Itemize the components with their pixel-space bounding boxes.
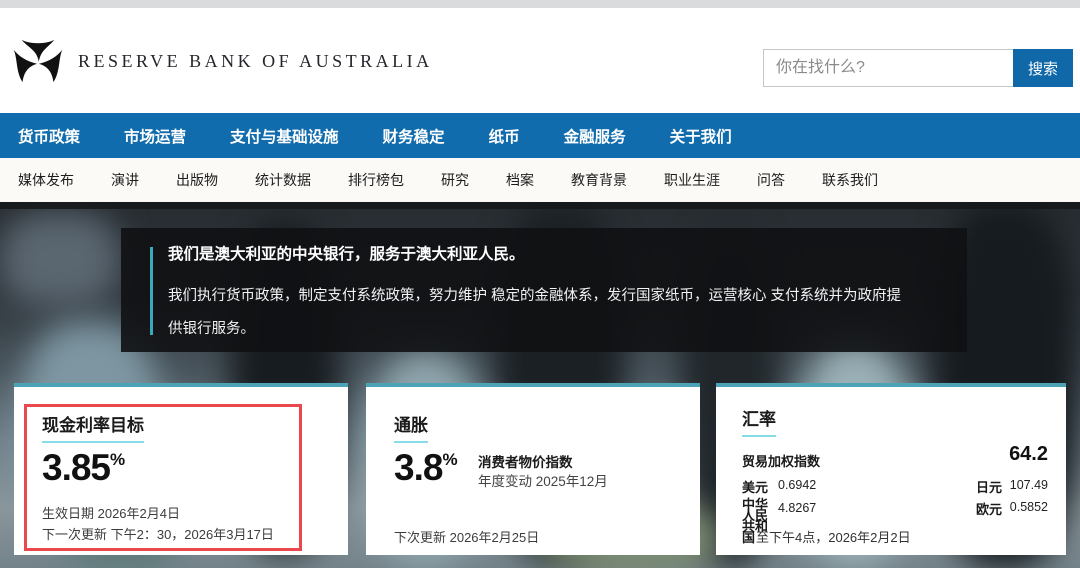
hero-photo-shape — [0, 212, 120, 307]
cash-rate-next-update: 下一次更新 下午2：30，2026年3月17日 — [42, 524, 274, 545]
inflation-measure-block: 消费者物价指数 年度变动 2025年12月 — [478, 453, 608, 491]
bank-wordmark: RESERVE BANK OF AUSTRALIA — [78, 51, 433, 72]
cash-rate-effective-date: 生效日期 2026年2月4日 — [42, 503, 274, 524]
rba-logo-icon — [12, 34, 64, 88]
percent-sign: % — [110, 450, 125, 469]
nav-payments-infrastructure[interactable]: 支付与基础设施 — [230, 125, 339, 147]
nav-financial-stability[interactable]: 财务稳定 — [383, 125, 445, 147]
twi-label: 贸易加权指数 — [742, 451, 820, 470]
rba-homepage: RESERVE BANK OF AUSTRALIA 搜索 货币政策 市场运营 支… — [0, 0, 1080, 568]
search-input[interactable] — [763, 49, 1013, 87]
inflation-measure: 消费者物价指数 — [478, 453, 608, 472]
exchange-rates-title-link[interactable]: 汇率 — [742, 405, 776, 437]
cny-value: 4.8267 — [778, 501, 816, 515]
subnav-media-releases[interactable]: 媒体发布 — [18, 170, 74, 190]
inflation-title-link[interactable]: 通胀 — [394, 411, 428, 443]
cash-rate-notes: 生效日期 2026年2月4日 下一次更新 下午2：30，2026年3月17日 — [42, 503, 274, 545]
jpy-label: 日元 — [976, 477, 1002, 496]
hero-accent-bar — [150, 247, 153, 335]
jpy-value: 107.49 — [1010, 478, 1048, 492]
hero-top-edge — [0, 202, 1080, 209]
cash-rate-title-link[interactable]: 现金利率目标 — [42, 411, 144, 443]
subnav-rankings[interactable]: 排行榜包 — [348, 170, 404, 190]
hero-overlay-panel: 我们是澳大利亚的中央银行，服务于澳大利亚人民。 我们执行货币政策，制定支付系统政… — [121, 228, 967, 352]
usd-value: 0.6942 — [778, 478, 816, 492]
nav-monetary-policy[interactable]: 货币政策 — [18, 125, 80, 147]
hero-heading: 我们是澳大利亚的中央银行，服务于澳大利亚人民。 — [168, 243, 917, 267]
eur-label: 欧元 — [976, 499, 1002, 518]
site-header: RESERVE BANK OF AUSTRALIA 搜索 — [0, 8, 1080, 113]
subnav-contact-us[interactable]: 联系我们 — [822, 170, 878, 190]
subnav-qa[interactable]: 问答 — [757, 170, 785, 190]
twi-value: 64.2 — [1009, 443, 1048, 466]
subnav-education[interactable]: 教育背景 — [571, 170, 627, 190]
cash-rate-value: 3.85% — [42, 449, 125, 486]
search-button[interactable]: 搜索 — [1013, 49, 1073, 87]
rba-home-link[interactable]: RESERVE BANK OF AUSTRALIA — [12, 34, 433, 88]
nav-about-us[interactable]: 关于我们 — [670, 125, 732, 147]
hero-body-text: 我们执行货币政策，制定支付系统政策，努力维护 稳定的金融体系，发行国家纸币，运营… — [168, 280, 915, 346]
subnav-archives[interactable]: 档案 — [506, 170, 534, 190]
subnav-speeches[interactable]: 演讲 — [111, 170, 139, 190]
top-strip — [0, 0, 1080, 8]
hero-section: 我们是澳大利亚的中央银行，服务于澳大利亚人民。 我们执行货币政策，制定支付系统政… — [0, 202, 1080, 568]
exchange-rates-card: 汇率 贸易加权指数 64.2 美元 0.6942 日元 107.49 中华人民共… — [716, 383, 1066, 555]
percent-sign: % — [442, 450, 457, 469]
secondary-nav: 媒体发布 演讲 出版物 统计数据 排行榜包 研究 档案 教育背景 职业生涯 问答… — [0, 158, 1080, 202]
subnav-publications[interactable]: 出版物 — [176, 170, 218, 190]
usd-label: 美元 — [742, 477, 768, 496]
nav-financial-services[interactable]: 金融服务 — [564, 125, 626, 147]
subnav-careers[interactable]: 职业生涯 — [664, 170, 720, 190]
nav-banknotes[interactable]: 纸币 — [489, 125, 520, 147]
exchange-as-at-date: 至下午4点，2026年2月2日 — [756, 527, 911, 546]
inflation-value: 3.8% — [394, 449, 458, 486]
cash-rate-card: 现金利率目标 3.85% 生效日期 2026年2月4日 下一次更新 下午2：30… — [14, 383, 348, 555]
subnav-statistics[interactable]: 统计数据 — [255, 170, 311, 190]
eur-value: 0.5852 — [1010, 500, 1048, 514]
inflation-next-update: 下次更新 2026年2月25日 — [394, 527, 539, 548]
inflation-card: 通胀 3.8% 消费者物价指数 年度变动 2025年12月 下次更新 2026年… — [366, 383, 700, 555]
site-search: 搜索 — [763, 49, 1073, 87]
primary-nav: 货币政策 市场运营 支付与基础设施 财务稳定 纸币 金融服务 关于我们 — [0, 113, 1080, 158]
nav-market-operations[interactable]: 市场运营 — [124, 125, 186, 147]
inflation-period: 年度变动 2025年12月 — [478, 472, 608, 491]
subnav-research[interactable]: 研究 — [441, 170, 469, 190]
